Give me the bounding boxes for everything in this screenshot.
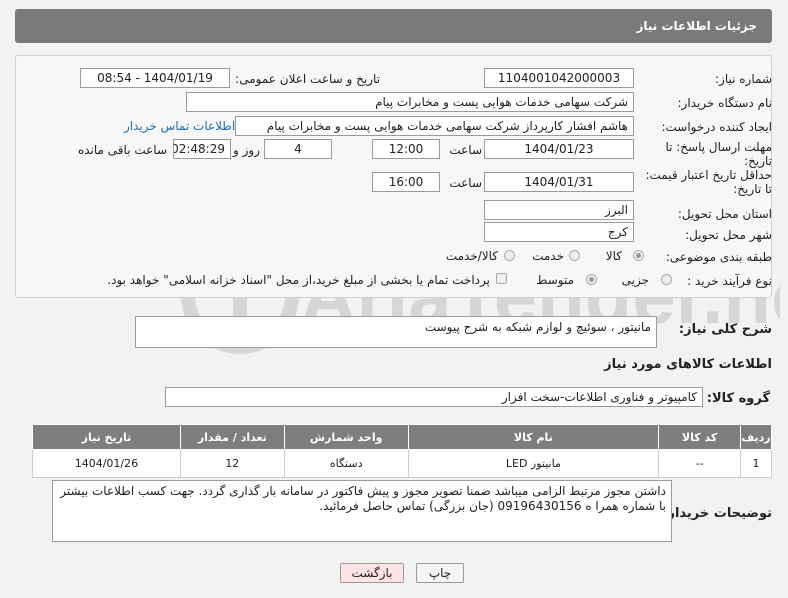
buyer-org-field: شرکت سهامی خدمات هوایی پست و مخابرات پیا…: [186, 92, 634, 112]
category-label: طبقه بندی موضوعی:: [665, 250, 772, 264]
goods-group-field: کامپیوتر و فناوری اطلاعات-سخت افزار: [165, 387, 703, 407]
process-option-minor: جزیی: [621, 273, 649, 287]
cell-qty: 12: [179, 449, 285, 478]
need-number-field: 1104001042000003: [484, 68, 634, 88]
city-label: شهر محل تحویل:: [685, 228, 772, 242]
deadline-time-field: 12:00: [372, 139, 440, 159]
payment-note: پرداخت تمام یا بخشی از مبلغ خرید،از محل …: [107, 273, 490, 287]
requester-label: ایجاد کننده درخواست:: [661, 120, 772, 134]
category-option-service: خدمت: [532, 249, 564, 263]
cell-row: 1: [740, 449, 772, 478]
table-row: 1 -- مانیتور LED دستگاه 12 1404/01/26: [32, 449, 772, 478]
category-option-both: کالا/خدمت: [445, 249, 498, 263]
process-radio-medium[interactable]: [586, 274, 597, 285]
process-option-medium: متوسط: [536, 273, 574, 287]
cell-code: --: [658, 449, 742, 478]
category-radio-both[interactable]: [504, 250, 515, 261]
goods-group-label: گروه کالا:: [706, 391, 770, 406]
cell-date: 1404/01/26: [32, 449, 181, 478]
table-header-row: ردیف کد کالا نام کالا واحد شمارش تعداد /…: [32, 424, 772, 450]
category-radio-goods[interactable]: [633, 250, 644, 261]
buyer-org-label: نام دستگاه خریدار:: [677, 96, 773, 110]
contact-info-link[interactable]: اطلاعات تماس خریدار: [124, 119, 235, 133]
treasury-checkbox[interactable]: [496, 273, 507, 284]
col-name-header: نام کالا: [407, 424, 660, 450]
province-label: استان محل تحویل:: [677, 207, 772, 221]
deadline-label-2: تاریخ:: [744, 154, 772, 168]
back-button[interactable]: بازگشت: [340, 563, 404, 583]
goods-section-title: اطلاعات کالاهای مورد نیاز: [604, 357, 772, 372]
validity-label-2: تا تاریخ:: [733, 182, 772, 196]
remaining-label: ساعت باقی مانده: [77, 143, 167, 157]
col-code-header: کد کالا: [658, 424, 742, 450]
process-label: نوع فرآیند خرید :: [687, 274, 772, 288]
remaining-time-field: 02:48:29: [173, 139, 231, 159]
summary-field: مانیتور ، سوئیچ و لوازم شبکه به شرح پیوس…: [135, 316, 657, 348]
buyer-notes-field: داشتن مجوز مرتبط الزامی میباشد ضمنا تصوی…: [52, 480, 672, 542]
validity-label-1: حداقل تاریخ اعتبار قیمت:: [645, 168, 772, 182]
goods-table: ردیف کد کالا نام کالا واحد شمارش تعداد /…: [32, 424, 772, 478]
cell-name: مانیتور LED: [407, 449, 660, 478]
col-qty-header: تعداد / مقدار: [179, 424, 285, 450]
announce-field: 1404/01/19 - 08:54: [80, 68, 230, 88]
days-label: روز و: [233, 143, 260, 157]
page-header: جزئیات اطلاعات نیاز: [15, 9, 772, 43]
deadline-date-field: 1404/01/23: [484, 139, 634, 159]
category-radio-service[interactable]: [569, 250, 580, 261]
category-option-goods: کالا: [605, 249, 622, 263]
summary-label: شرح کلی نیاز:: [678, 322, 772, 337]
deadline-label-1: مهلت ارسال پاسخ: تا: [665, 140, 772, 154]
validity-time-label: ساعت: [449, 176, 482, 190]
announce-label: تاریخ و ساعت اعلان عمومی:: [235, 72, 380, 86]
col-row-header: ردیف: [740, 424, 772, 450]
col-date-header: تاریخ نیاز: [32, 424, 181, 450]
days-field: 4: [264, 139, 332, 159]
requester-field: هاشم افشار کارپرداز شرکت سهامی خدمات هوا…: [235, 116, 634, 136]
city-field: کرج: [484, 222, 634, 242]
need-number-label: شماره نیاز:: [715, 72, 772, 86]
cell-unit: دستگاه: [283, 449, 409, 478]
print-button[interactable]: چاپ: [416, 563, 464, 583]
col-unit-header: واحد شمارش: [283, 424, 409, 450]
page-title: جزئیات اطلاعات نیاز: [636, 19, 757, 33]
validity-date-field: 1404/01/31: [484, 172, 634, 192]
validity-time-field: 16:00: [372, 172, 440, 192]
province-field: البرز: [484, 200, 634, 220]
buyer-notes-label: توضیحات خریدار:: [662, 506, 772, 521]
process-radio-minor[interactable]: [661, 274, 672, 285]
deadline-time-label: ساعت: [449, 143, 482, 157]
